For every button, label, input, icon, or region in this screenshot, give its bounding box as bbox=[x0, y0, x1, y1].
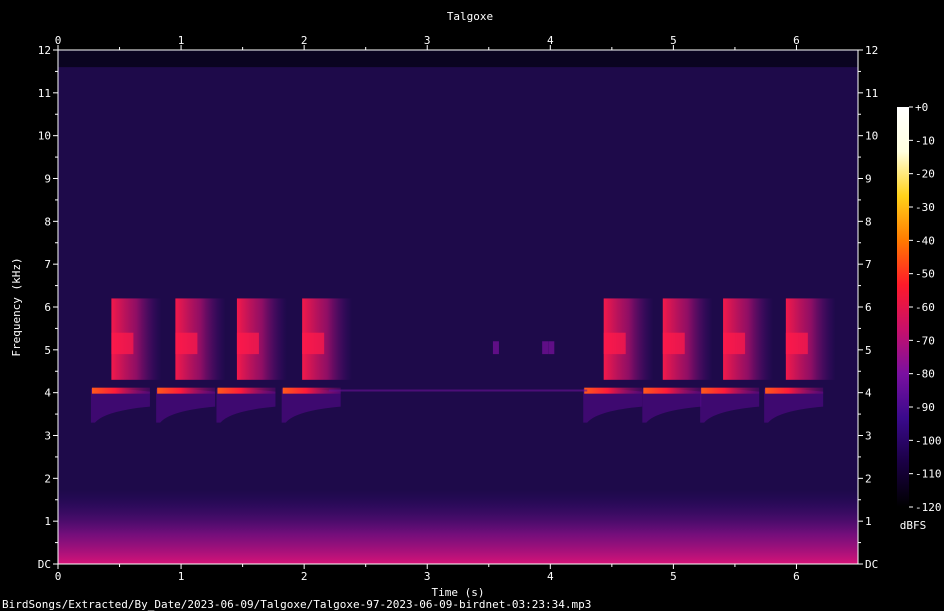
y-tick-label-right: DC bbox=[865, 558, 878, 571]
x-tick-label-top: 5 bbox=[670, 34, 677, 47]
colorbar-tick-label: -110 bbox=[915, 468, 942, 481]
y-ticks-right: DC123456789101112 bbox=[858, 44, 878, 571]
colorbar-ticks: +0 -10 -20 -30 -40 -50 -60 -70 -80 -90 -100 -110 -12… bbox=[909, 101, 942, 514]
x-tick-label-bottom: 3 bbox=[424, 570, 431, 583]
x-tick-label-bottom: 6 bbox=[793, 570, 800, 583]
colorbar-tick-label: -30 bbox=[915, 201, 935, 214]
colorbar-tick-label: +0 bbox=[915, 101, 928, 114]
call-tone-4khz bbox=[91, 387, 150, 394]
y-ticks-left: DC123456789101112 bbox=[38, 44, 58, 571]
chart-title: Talgoxe bbox=[447, 10, 493, 23]
call-sweep-core bbox=[603, 332, 626, 355]
plot-area bbox=[58, 50, 858, 564]
y-tick-label-left: 9 bbox=[44, 173, 51, 186]
x-ticks-top: 0 1 2 3 4 5 6 bbox=[55, 34, 800, 50]
colorbar-gradient bbox=[897, 107, 909, 507]
y-tick-label-right: 12 bbox=[865, 44, 878, 57]
y-tick-label-left: 8 bbox=[44, 215, 51, 228]
call-sweep-core bbox=[175, 332, 198, 355]
spectrogram-chart: Talgoxe 0123456 0123456 DC12345678910111… bbox=[2, 10, 942, 611]
y-tick-label-left: 12 bbox=[38, 44, 51, 57]
file-path-footer: BirdSongs/Extracted/By_Date/2023-06-09/T… bbox=[2, 598, 591, 611]
y-tick-label-left: 4 bbox=[44, 387, 51, 400]
x-tick-label-bottom: 0 bbox=[55, 570, 62, 583]
y-tick-label-left: 10 bbox=[38, 130, 51, 143]
x-tick-label-top: 1 bbox=[178, 34, 185, 47]
x-tick-label-top: 2 bbox=[301, 34, 308, 47]
x-tick-label-bottom: 1 bbox=[178, 570, 185, 583]
x-tick-label-bottom: 4 bbox=[547, 570, 554, 583]
colorbar-tick-label: -50 bbox=[915, 268, 935, 281]
faint-call bbox=[492, 341, 499, 355]
call-sweep-core bbox=[111, 332, 134, 355]
y-tick-label-left: DC bbox=[38, 558, 51, 571]
call-sweep-core bbox=[723, 332, 746, 355]
y-tick-label-right: 8 bbox=[865, 215, 872, 228]
y-tick-label-right: 7 bbox=[865, 258, 872, 271]
colorbar-tick-label: -80 bbox=[915, 368, 935, 381]
y-tick-label-left: 7 bbox=[44, 258, 51, 271]
y-tick-label-right: 6 bbox=[865, 301, 872, 314]
noise-floor-top bbox=[58, 50, 858, 68]
x-tick-label-top: 3 bbox=[424, 34, 431, 47]
call-sweep-core bbox=[785, 332, 808, 355]
colorbar-tick-label: -120 bbox=[915, 501, 942, 514]
call-tone-4khz bbox=[584, 387, 643, 394]
colorbar-tick-label: -70 bbox=[915, 334, 935, 347]
call-tone-4khz bbox=[217, 387, 276, 394]
y-tick-label-right: 1 bbox=[865, 515, 872, 528]
colorbar-tick-label: -10 bbox=[915, 134, 935, 147]
colorbar-tick-label: -20 bbox=[915, 168, 935, 181]
low-frequency-band bbox=[58, 490, 858, 564]
x-tick-label-bottom: 2 bbox=[301, 570, 308, 583]
call-tone-4khz bbox=[765, 387, 824, 394]
y-tick-label-left: 6 bbox=[44, 301, 51, 314]
call-tone-4khz bbox=[701, 387, 760, 394]
x-tick-label-bottom: 5 bbox=[670, 570, 677, 583]
y-tick-label-right: 9 bbox=[865, 173, 872, 186]
y-tick-label-left: 2 bbox=[44, 472, 51, 485]
colorbar-label: dBFS bbox=[900, 519, 927, 532]
y-tick-label-right: 11 bbox=[865, 87, 878, 100]
colorbar-tick-label: -60 bbox=[915, 301, 935, 314]
x-tick-label-top: 6 bbox=[793, 34, 800, 47]
faint-call bbox=[542, 341, 549, 355]
call-tone-4khz bbox=[157, 387, 216, 394]
colorbar-tick-label: -100 bbox=[915, 434, 942, 447]
faint-call bbox=[548, 341, 555, 355]
y-tick-label-right: 4 bbox=[865, 387, 872, 400]
y-tick-label-left: 11 bbox=[38, 87, 51, 100]
x-tick-label-top: 0 bbox=[55, 34, 62, 47]
x-tick-label-top: 4 bbox=[547, 34, 554, 47]
colorbar-tick-label: -40 bbox=[915, 234, 935, 247]
y-tick-label-left: 1 bbox=[44, 515, 51, 528]
y-tick-label-left: 3 bbox=[44, 430, 51, 443]
x-ticks-bottom: 0 1 2 3 4 5 6 bbox=[55, 564, 800, 583]
y-tick-label-right: 2 bbox=[865, 472, 872, 485]
call-tone-4khz bbox=[643, 387, 702, 394]
colorbar: +0 -10 -20 -30 -40 -50 -60 -70 -80 -90 -100 -110 -12… bbox=[897, 101, 942, 532]
y-tick-label-right: 10 bbox=[865, 130, 878, 143]
call-sweep-core bbox=[302, 332, 325, 355]
call-sweep-core bbox=[236, 332, 259, 355]
y-tick-label-right: 3 bbox=[865, 430, 872, 443]
colorbar-tick-label: -90 bbox=[915, 401, 935, 414]
y-tick-label-right: 5 bbox=[865, 344, 872, 357]
y-tick-label-left: 5 bbox=[44, 344, 51, 357]
y-axis-label: Frequency (kHz) bbox=[10, 257, 23, 356]
call-sweep-core bbox=[662, 332, 685, 355]
